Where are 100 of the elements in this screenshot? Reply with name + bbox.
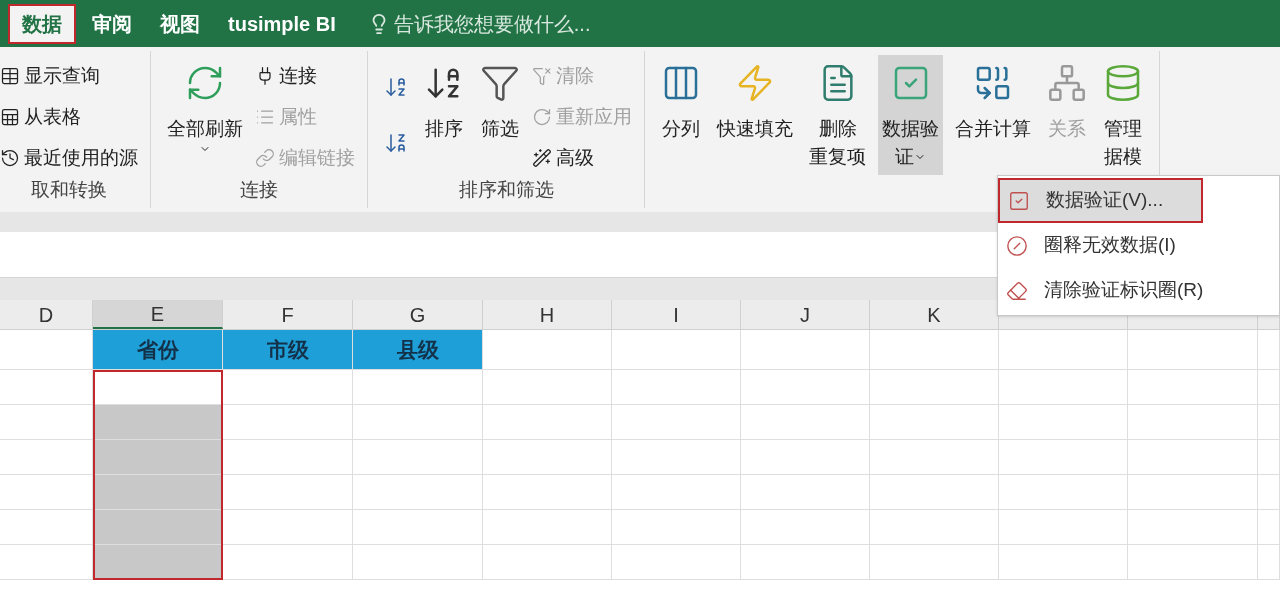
ribbon-tab[interactable]: 视图	[148, 3, 212, 44]
table-cell[interactable]	[870, 510, 999, 545]
ribbon-button[interactable]: 连接	[255, 59, 355, 93]
table-cell[interactable]	[741, 330, 870, 370]
ribbon-button[interactable]: 合并计算	[951, 55, 1035, 175]
table-cell[interactable]	[1128, 405, 1258, 440]
header-cell[interactable]: 省份	[93, 330, 223, 370]
menu-item[interactable]: 清除验证标识圈(R)	[998, 268, 1279, 313]
table-cell[interactable]	[741, 475, 870, 510]
table-cell[interactable]	[999, 440, 1128, 475]
table-cell[interactable]	[1128, 440, 1258, 475]
table-cell[interactable]	[999, 545, 1128, 580]
ribbon-button[interactable]: 数据验 证	[878, 55, 943, 175]
table-cell[interactable]	[353, 370, 483, 405]
table-cell[interactable]	[353, 475, 483, 510]
table-cell[interactable]	[223, 510, 353, 545]
table-cell[interactable]	[0, 440, 93, 475]
column-header[interactable]: H	[483, 300, 612, 329]
table-cell[interactable]	[93, 545, 223, 580]
table-cell[interactable]	[223, 370, 353, 405]
ribbon-button[interactable]: 筛选	[476, 55, 524, 175]
table-cell[interactable]	[870, 330, 999, 370]
table-cell[interactable]	[353, 510, 483, 545]
table-cell[interactable]	[353, 440, 483, 475]
menu-item[interactable]: 数据验证(V)...	[998, 178, 1203, 223]
table-cell[interactable]	[223, 475, 353, 510]
table-cell[interactable]	[741, 510, 870, 545]
table-cell[interactable]	[870, 545, 999, 580]
ribbon-tab[interactable]: 数据	[8, 3, 76, 44]
ribbon-tab[interactable]: 审阅	[80, 3, 144, 44]
table-cell[interactable]	[0, 405, 93, 440]
table-cell[interactable]	[612, 475, 741, 510]
ribbon-button[interactable]: 高级	[532, 141, 632, 175]
table-cell[interactable]	[223, 405, 353, 440]
ribbon-button[interactable]: 排序	[420, 55, 468, 175]
menu-item[interactable]: 圈释无效数据(I)	[998, 223, 1279, 268]
column-header[interactable]: E	[93, 300, 223, 329]
table-cell[interactable]	[999, 475, 1128, 510]
ribbon-button[interactable]: 从表格	[0, 100, 138, 134]
ribbon-button[interactable]: 删除 重复项	[805, 55, 870, 175]
table-cell[interactable]	[612, 370, 741, 405]
table-cell[interactable]	[1258, 475, 1280, 510]
table-cell[interactable]	[612, 545, 741, 580]
table-cell[interactable]	[612, 440, 741, 475]
table-cell[interactable]	[0, 545, 93, 580]
ribbon-tab[interactable]: tusimple BI	[216, 3, 348, 44]
ribbon-button[interactable]: 快速填充	[713, 55, 797, 175]
table-cell[interactable]	[612, 330, 741, 370]
table-cell[interactable]	[353, 545, 483, 580]
table-cell[interactable]	[483, 475, 612, 510]
table-cell[interactable]	[223, 440, 353, 475]
table-cell[interactable]	[741, 405, 870, 440]
table-cell[interactable]	[870, 370, 999, 405]
table-cell[interactable]	[612, 510, 741, 545]
ribbon-button[interactable]: 管理 据模	[1099, 55, 1147, 175]
table-cell[interactable]	[612, 405, 741, 440]
tell-me-field[interactable]: 告诉我您想要做什么...	[367, 8, 694, 39]
table-cell[interactable]	[999, 330, 1128, 370]
table-cell[interactable]	[483, 405, 612, 440]
table-cell[interactable]	[1258, 330, 1280, 370]
table-cell[interactable]	[1128, 330, 1258, 370]
table-cell[interactable]	[1128, 370, 1258, 405]
ribbon-button[interactable]: 分列	[657, 55, 705, 175]
table-cell[interactable]	[93, 405, 223, 440]
column-header[interactable]: J	[741, 300, 870, 329]
table-cell[interactable]	[353, 405, 483, 440]
table-cell[interactable]	[93, 475, 223, 510]
table-cell[interactable]	[1258, 545, 1280, 580]
header-cell[interactable]: 市级	[223, 330, 353, 370]
table-cell[interactable]	[999, 405, 1128, 440]
table-cell[interactable]	[741, 370, 870, 405]
table-cell[interactable]	[0, 370, 93, 405]
table-cell[interactable]	[93, 440, 223, 475]
table-cell[interactable]	[1128, 475, 1258, 510]
table-cell[interactable]	[1258, 370, 1280, 405]
ribbon-button[interactable]: 全部刷新	[163, 55, 247, 175]
table-cell[interactable]	[93, 510, 223, 545]
table-cell[interactable]	[741, 440, 870, 475]
table-cell[interactable]	[223, 545, 353, 580]
table-cell[interactable]	[1128, 545, 1258, 580]
table-cell[interactable]	[870, 440, 999, 475]
table-cell[interactable]	[483, 545, 612, 580]
column-header[interactable]: F	[223, 300, 353, 329]
table-cell[interactable]	[999, 510, 1128, 545]
table-cell[interactable]	[483, 370, 612, 405]
table-cell[interactable]	[741, 545, 870, 580]
table-cell[interactable]	[483, 510, 612, 545]
table-cell[interactable]	[483, 440, 612, 475]
column-header[interactable]: I	[612, 300, 741, 329]
table-cell[interactable]	[1128, 510, 1258, 545]
table-cell[interactable]	[870, 475, 999, 510]
ribbon-button[interactable]: 显示查询	[0, 59, 138, 93]
table-cell[interactable]	[1258, 510, 1280, 545]
header-cell[interactable]: 县级	[353, 330, 483, 370]
ribbon-button[interactable]: 最近使用的源	[0, 141, 138, 175]
table-cell[interactable]	[483, 330, 612, 370]
table-cell[interactable]	[1258, 405, 1280, 440]
table-cell[interactable]	[1258, 440, 1280, 475]
column-header[interactable]: G	[353, 300, 483, 329]
table-cell[interactable]	[999, 370, 1128, 405]
